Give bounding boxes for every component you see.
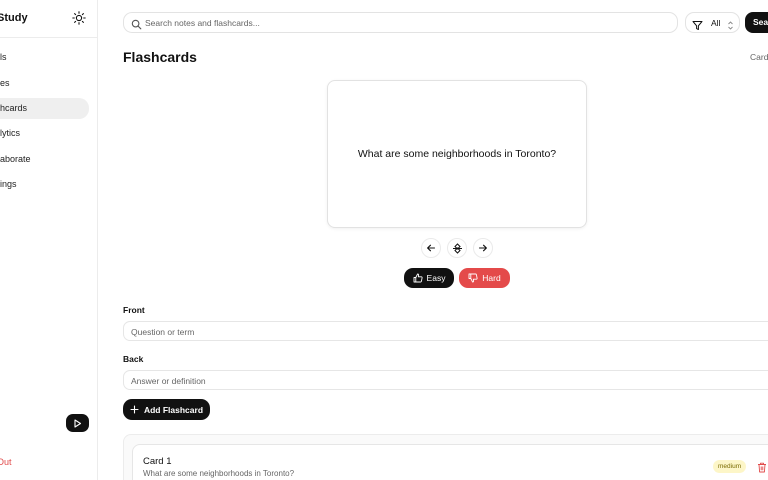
difficulty-badge: medium [713,460,747,473]
sidebar-item-label: es [0,78,10,88]
add-flashcard-label: Add Flashcard [143,404,204,415]
sidebar-item-label: hcards [0,103,28,113]
easy-button[interactable]: Easy [404,268,454,288]
brand-header: Study [0,0,98,38]
hard-button[interactable]: Hard [459,268,510,288]
sidebar-item-flashcards[interactable]: hcards [0,98,89,119]
front-field [123,321,768,341]
search-button[interactable]: Sea [745,12,768,33]
play-button[interactable] [66,414,89,432]
add-flashcard-button[interactable]: Add Flashcard [123,399,210,420]
app-title: Study [0,12,28,24]
sidebar-item-label: ings [0,179,17,189]
sidebar-item-notes[interactable]: es [0,73,89,94]
sidebar-item-analytics[interactable]: lytics [0,123,89,144]
sign-out-link[interactable]: Out [0,457,12,467]
filter-icon [692,18,703,30]
next-card-button[interactable] [473,238,493,258]
search-bar [123,12,678,33]
sidebar-item-label: lytics [0,128,20,138]
sun-icon[interactable] [72,11,86,25]
card-text: What are some neighborhoods in Toronto? [143,469,295,478]
thumbs-down-icon [468,273,478,283]
back-label: Back [123,354,144,364]
sidebar-item-label: ls [0,52,7,62]
back-input[interactable] [131,374,731,387]
plus-icon [130,405,139,414]
front-label: Front [123,305,145,315]
flip-card-button[interactable] [447,238,467,258]
thumbs-up-icon [413,273,423,283]
front-input[interactable] [131,325,731,338]
search-icon [131,17,142,30]
play-icon [74,418,82,428]
flip-icon [452,242,462,254]
arrow-left-icon [427,244,436,252]
arrow-right-icon [478,244,487,252]
list-item[interactable]: Card 1 What are some neighborhoods in To… [132,444,768,480]
trash-icon[interactable] [757,460,767,473]
back-field [123,370,768,390]
search-input[interactable] [145,15,665,30]
page-title: Flashcards [123,49,197,65]
previous-card-button[interactable] [421,238,441,258]
sidebar-item-settings[interactable]: ings [0,174,89,195]
sidebar-item-collaborate[interactable]: aborate [0,149,89,170]
chevron-up-down-icon [727,18,734,30]
filter-select[interactable]: All [685,12,740,33]
card-counter: Card [750,52,768,62]
hard-label: Hard [482,273,501,283]
sidebar-item-label: aborate [0,154,31,164]
filter-value: All [711,18,721,28]
flashcard-question: What are some neighborhoods in Toronto? [357,148,557,160]
easy-label: Easy [426,273,446,283]
sidebar: Study ls es hcards lytics aborate ings O… [0,0,98,480]
flashcard[interactable]: What are some neighborhoods in Toronto? [327,80,587,228]
sidebar-item-tools[interactable]: ls [0,47,89,68]
card-title: Card 1 [143,456,172,467]
